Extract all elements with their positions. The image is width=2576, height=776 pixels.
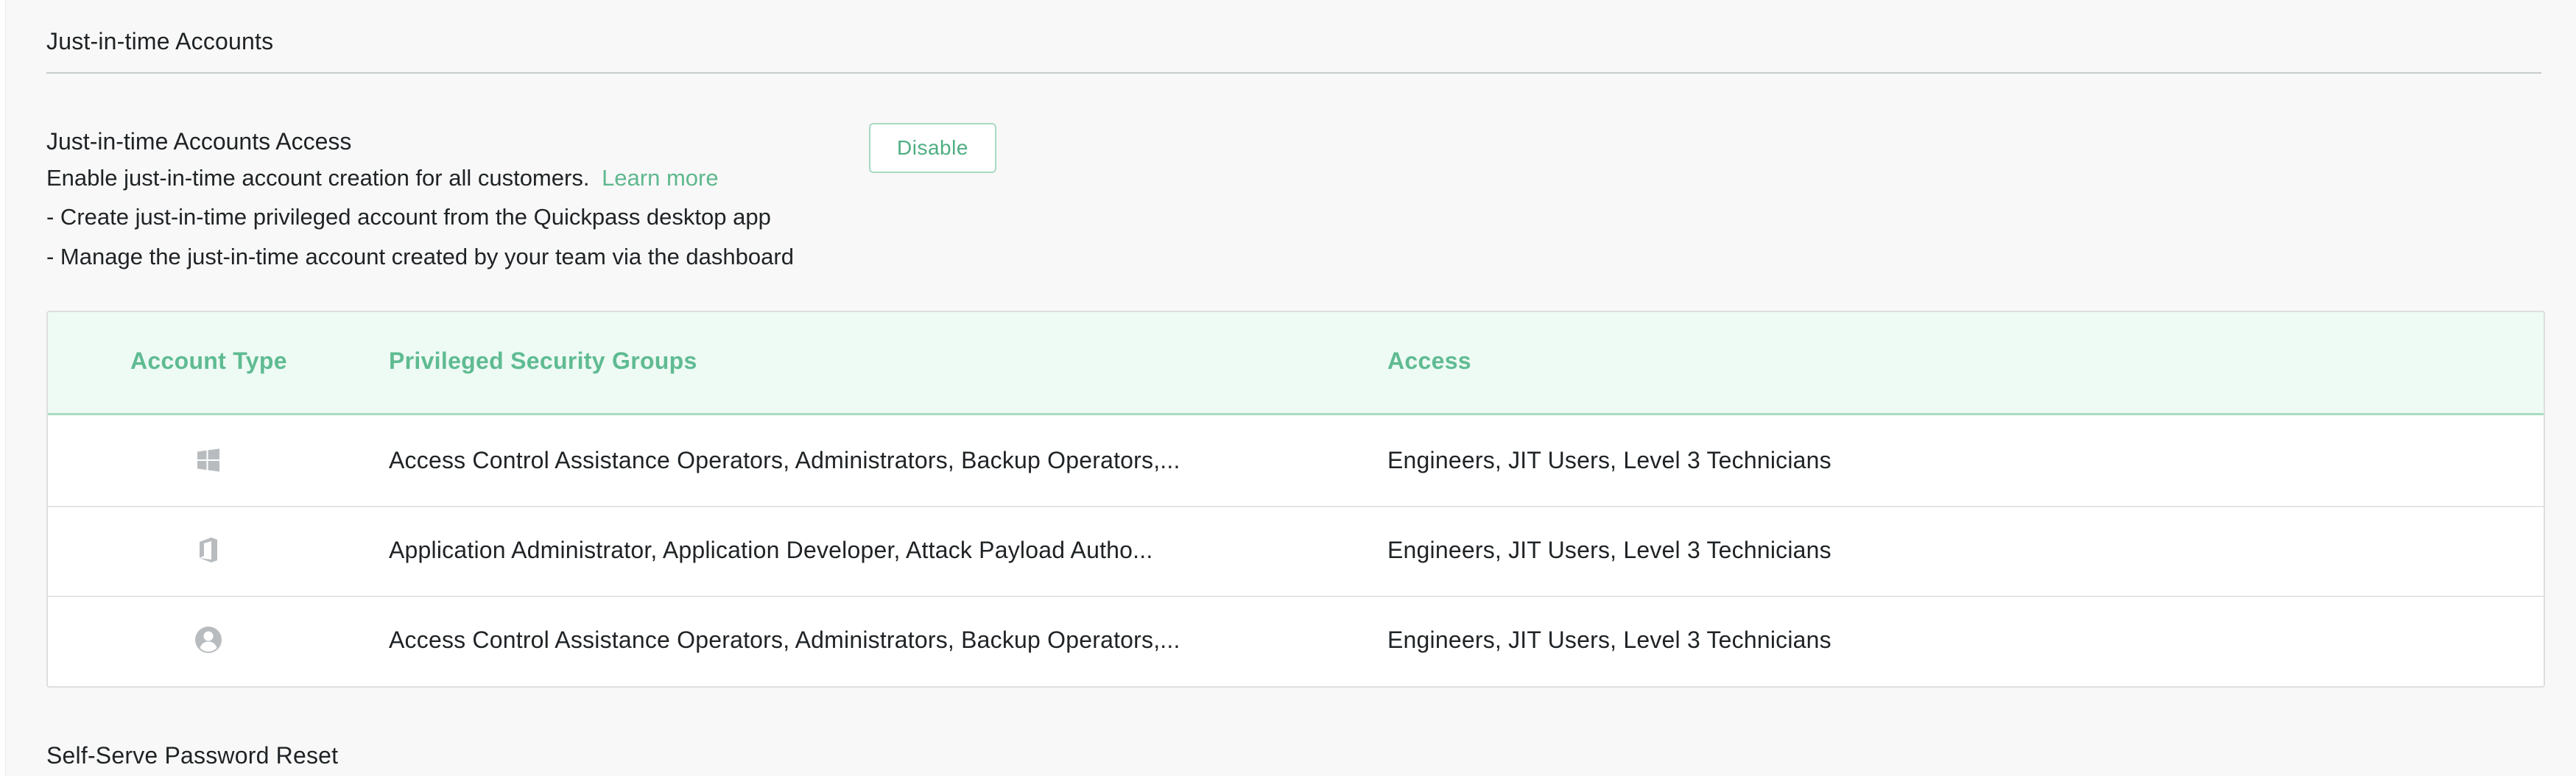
jit-access-bullet: - Manage the just-in-time account create… [46,244,794,269]
row-groups: Access Control Assistance Operators, Adm… [389,627,1180,653]
section-title: Just-in-time Accounts [46,28,274,54]
jit-access-title: Just-in-time Accounts Access [46,128,352,155]
next-section-title: Self-Serve Password Reset [46,742,339,769]
jit-access-description: Enable just-in-time account creation for… [46,165,590,191]
row-groups: Application Administrator, Application D… [389,537,1153,563]
jit-access-block: Just-in-time Accounts Access Enable just… [46,125,967,277]
row-access: Engineers, JIT Users, Level 3 Technician… [1387,627,1831,653]
row-groups: Access Control Assistance Operators, Adm… [389,447,1180,473]
table-row[interactable]: Application Administrator, Application D… [48,507,2544,597]
jit-access-description-line: Enable just-in-time account creation for… [46,159,967,197]
jit-accounts-table: Account Type Privileged Security Groups … [46,311,2545,688]
page: Just-in-time Accounts Just-in-time Accou… [0,0,2576,776]
user-circle-icon [194,625,223,655]
table-header-row: Account Type Privileged Security Groups … [48,312,2544,415]
left-edge [0,0,6,776]
row-access: Engineers, JIT Users, Level 3 Technician… [1387,447,1831,473]
learn-more-link[interactable]: Learn more [602,165,719,191]
section-divider [46,72,2541,74]
windows-icon [194,445,223,475]
column-header-access[interactable]: Access [1387,348,1471,375]
jit-access-bullet: - Create just-in-time privileged account… [46,204,771,230]
row-access: Engineers, JIT Users, Level 3 Technician… [1387,537,1831,563]
column-header-privileged-groups[interactable]: Privileged Security Groups [389,348,697,375]
disable-button[interactable]: Disable [869,123,996,173]
table-row[interactable]: Access Control Assistance Operators, Adm… [48,597,2544,686]
office-icon [194,535,223,565]
table-row[interactable]: Access Control Assistance Operators, Adm… [48,417,2544,507]
column-header-account-type[interactable]: Account Type [130,348,287,375]
